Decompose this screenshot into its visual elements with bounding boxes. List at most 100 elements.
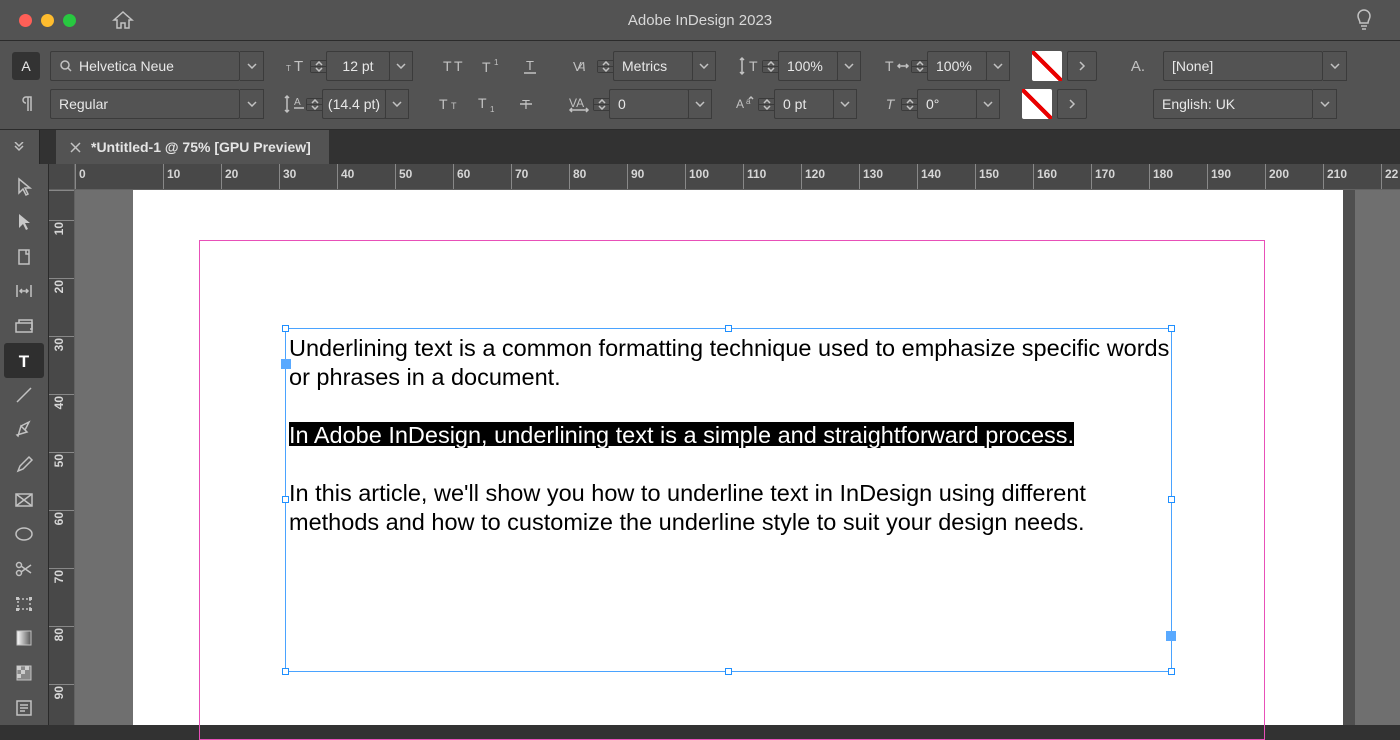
- pen-tool[interactable]: [4, 413, 44, 448]
- text-frame[interactable]: Underlining text is a common formatting …: [285, 328, 1172, 672]
- hint-bulb-icon[interactable]: [1354, 8, 1374, 32]
- type-tool[interactable]: T: [4, 343, 44, 378]
- close-tab-icon[interactable]: [70, 142, 81, 153]
- baseline-dropdown[interactable]: [833, 89, 857, 119]
- leading-dropdown[interactable]: [385, 89, 409, 119]
- scissors-tool[interactable]: [4, 552, 44, 587]
- pencil-tool[interactable]: [4, 448, 44, 483]
- svg-text:T: T: [451, 101, 457, 111]
- strikethrough-button[interactable]: T: [513, 89, 539, 119]
- svg-text:A: A: [736, 97, 744, 111]
- language-combo[interactable]: English: UK: [1153, 89, 1337, 119]
- tracking-value: 0: [618, 96, 626, 112]
- vscale-dropdown[interactable]: [837, 51, 861, 81]
- character-style-combo[interactable]: [None]: [1163, 51, 1347, 81]
- svg-text:T: T: [294, 58, 303, 75]
- fill-forward-button[interactable]: [1067, 51, 1097, 81]
- note-tool[interactable]: [4, 690, 44, 725]
- content-collector-tool[interactable]: [4, 309, 44, 344]
- svg-text:T: T: [749, 58, 758, 74]
- superscript-button[interactable]: T1: [479, 51, 505, 81]
- font-family-combo[interactable]: Helvetica Neue: [50, 51, 264, 81]
- app-title: Adobe InDesign 2023: [0, 12, 1400, 29]
- expand-panels-button[interactable]: [0, 130, 40, 164]
- frame-handle-mr[interactable]: [1168, 496, 1175, 503]
- direct-selection-tool[interactable]: [4, 205, 44, 240]
- baseline-stepper[interactable]: [758, 98, 774, 111]
- frame-handle-bl[interactable]: [282, 668, 289, 675]
- document-canvas[interactable]: 0 10 20 30 40 50 60 70 80 90 100 110 120…: [49, 164, 1400, 725]
- leading-icon: A: [282, 93, 306, 115]
- svg-text:T: T: [886, 96, 896, 112]
- font-size-icon: TT: [282, 55, 306, 77]
- hscale-dropdown[interactable]: [986, 51, 1010, 81]
- kerning-stepper[interactable]: [597, 60, 613, 73]
- tools-panel: T: [0, 164, 49, 725]
- stroke-swatch[interactable]: [1022, 89, 1052, 119]
- horizontal-scale-icon: T: [883, 56, 911, 76]
- document-tab[interactable]: *Untitled-1 @ 75% [GPU Preview]: [56, 130, 329, 164]
- leading-stepper[interactable]: [306, 98, 322, 111]
- line-tool[interactable]: [4, 378, 44, 413]
- stroke-forward-button[interactable]: [1057, 89, 1087, 119]
- vertical-ruler[interactable]: 10 20 30 40 50 60 70 80 90: [49, 190, 75, 725]
- subscript-button[interactable]: T1: [475, 89, 501, 119]
- document-tab-label: *Untitled-1 @ 75% [GPU Preview]: [91, 139, 311, 155]
- vscale-stepper[interactable]: [762, 60, 778, 73]
- vertical-scale-icon: T: [738, 55, 762, 77]
- skew-icon: T: [879, 95, 901, 113]
- svg-text:T: T: [478, 95, 487, 111]
- small-caps-button[interactable]: TT: [437, 89, 463, 119]
- svg-text:A.: A.: [1131, 58, 1145, 75]
- kerning-value: Metrics: [622, 58, 667, 74]
- frame-handle-ml[interactable]: [282, 496, 289, 503]
- svg-text:T: T: [454, 58, 463, 74]
- frame-handle-bm[interactable]: [725, 668, 732, 675]
- font-style-combo[interactable]: Regular: [50, 89, 264, 119]
- svg-text:A: A: [21, 58, 31, 74]
- svg-text:1: 1: [490, 105, 495, 113]
- paragraph-1[interactable]: Underlining text is a common formatting …: [289, 334, 1171, 392]
- gap-tool[interactable]: [4, 274, 44, 309]
- document-tab-bar: *Untitled-1 @ 75% [GPU Preview]: [40, 130, 1400, 164]
- paragraph-2-selection[interactable]: In Adobe InDesign, underlining text is a…: [289, 422, 1074, 448]
- hscale-stepper[interactable]: [911, 60, 927, 73]
- selection-tool[interactable]: [4, 170, 44, 205]
- text-outport[interactable]: [1166, 631, 1176, 641]
- ruler-origin[interactable]: [49, 164, 75, 190]
- frame-handle-tr[interactable]: [1168, 325, 1175, 332]
- free-transform-tool[interactable]: [4, 586, 44, 621]
- horizontal-ruler[interactable]: 0 10 20 30 40 50 60 70 80 90 100 110 120…: [75, 164, 1400, 190]
- tracking-stepper[interactable]: [593, 98, 609, 111]
- skew-dropdown[interactable]: [976, 89, 1000, 119]
- gradient-swatch-tool[interactable]: [4, 621, 44, 656]
- gradient-feather-tool[interactable]: [4, 656, 44, 691]
- font-style-value: Regular: [59, 96, 108, 112]
- font-size-dropdown[interactable]: [389, 51, 413, 81]
- rectangle-frame-tool[interactable]: [4, 482, 44, 517]
- paragraph-formatting-mode-button[interactable]: [12, 90, 40, 118]
- frame-handle-tl[interactable]: [282, 325, 289, 332]
- svg-text:T: T: [443, 58, 452, 74]
- kerning-dropdown[interactable]: [692, 51, 716, 81]
- frame-handle-br[interactable]: [1168, 668, 1175, 675]
- frame-handle-tm[interactable]: [725, 325, 732, 332]
- svg-text:T: T: [286, 64, 291, 73]
- ellipse-tool[interactable]: [4, 517, 44, 552]
- tracking-dropdown[interactable]: [688, 89, 712, 119]
- underline-button[interactable]: T: [517, 51, 543, 81]
- page-tool[interactable]: [4, 239, 44, 274]
- all-caps-button[interactable]: TT: [441, 51, 467, 81]
- character-formatting-mode-button[interactable]: A: [12, 52, 40, 80]
- svg-text:T: T: [19, 352, 30, 370]
- skew-stepper[interactable]: [901, 98, 917, 111]
- svg-text:T: T: [885, 58, 894, 74]
- fill-swatch[interactable]: [1032, 51, 1062, 81]
- font-size-stepper[interactable]: [310, 60, 326, 73]
- text-inport[interactable]: [281, 359, 291, 369]
- paragraph-3[interactable]: In this article, we'll show you how to u…: [289, 479, 1171, 537]
- font-family-dropdown-button[interactable]: [240, 51, 264, 81]
- svg-text:T: T: [482, 59, 491, 75]
- tracking-icon: VA: [567, 94, 593, 114]
- font-family-value: Helvetica Neue: [79, 58, 174, 74]
